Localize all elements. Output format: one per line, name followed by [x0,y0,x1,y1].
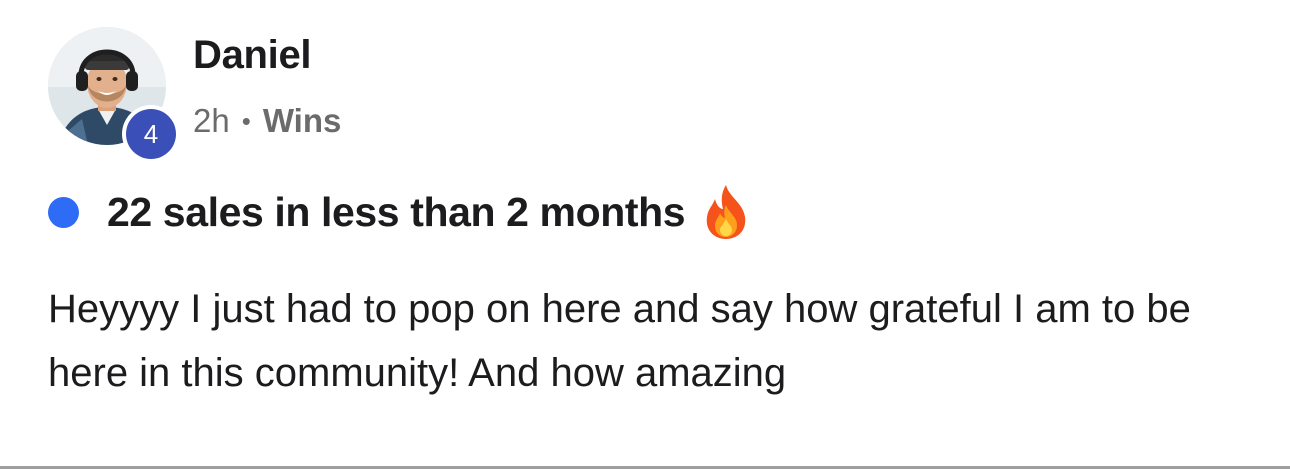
post-body[interactable]: Heyyyy I just had to pop on here and say… [48,277,1228,405]
post-card[interactable]: 4 Daniel 2h • Wins 22 sales in less than… [0,0,1290,469]
post-title[interactable]: 22 sales in less than 2 months [107,189,686,236]
post-time: 2h [193,102,230,139]
author-name[interactable]: Daniel [193,33,312,78]
author-avatar[interactable]: 4 [48,27,180,163]
meta-separator: • [241,105,251,136]
level-number: 4 [126,109,176,159]
level-badge: 4 [122,105,180,163]
title-row[interactable]: 22 sales in less than 2 months [48,183,749,241]
post-category[interactable]: Wins [263,102,342,140]
post-meta: 2h • Wins [193,102,341,140]
unread-indicator [48,196,79,228]
fire-icon [703,183,749,241]
